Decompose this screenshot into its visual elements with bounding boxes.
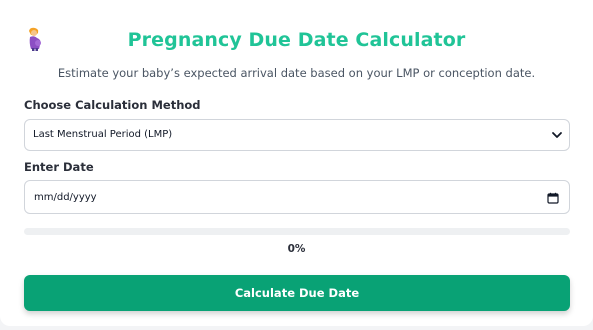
chevron-down-icon bbox=[552, 132, 562, 138]
date-label: Enter Date bbox=[24, 160, 94, 174]
page-subtitle: Estimate your baby’s expected arrival da… bbox=[57, 66, 536, 80]
calendar-icon[interactable] bbox=[547, 192, 559, 204]
progress-percent: 0% bbox=[287, 243, 306, 255]
method-select-value: Last Menstrual Period (LMP) bbox=[33, 129, 173, 140]
calculator-card: Pregnancy Due Date Calculator Estimate y… bbox=[0, 0, 593, 326]
calculate-button[interactable]: Calculate Due Date bbox=[24, 275, 570, 311]
header: Pregnancy Due Date Calculator bbox=[0, 26, 593, 54]
method-select[interactable]: Last Menstrual Period (LMP) bbox=[24, 119, 570, 151]
page-title: Pregnancy Due Date Calculator bbox=[127, 29, 466, 51]
date-input-placeholder: mm/dd/yyyy bbox=[34, 192, 97, 203]
date-input[interactable]: mm/dd/yyyy bbox=[24, 180, 570, 214]
progress-bar bbox=[24, 228, 570, 235]
method-label: Choose Calculation Method bbox=[24, 98, 201, 112]
